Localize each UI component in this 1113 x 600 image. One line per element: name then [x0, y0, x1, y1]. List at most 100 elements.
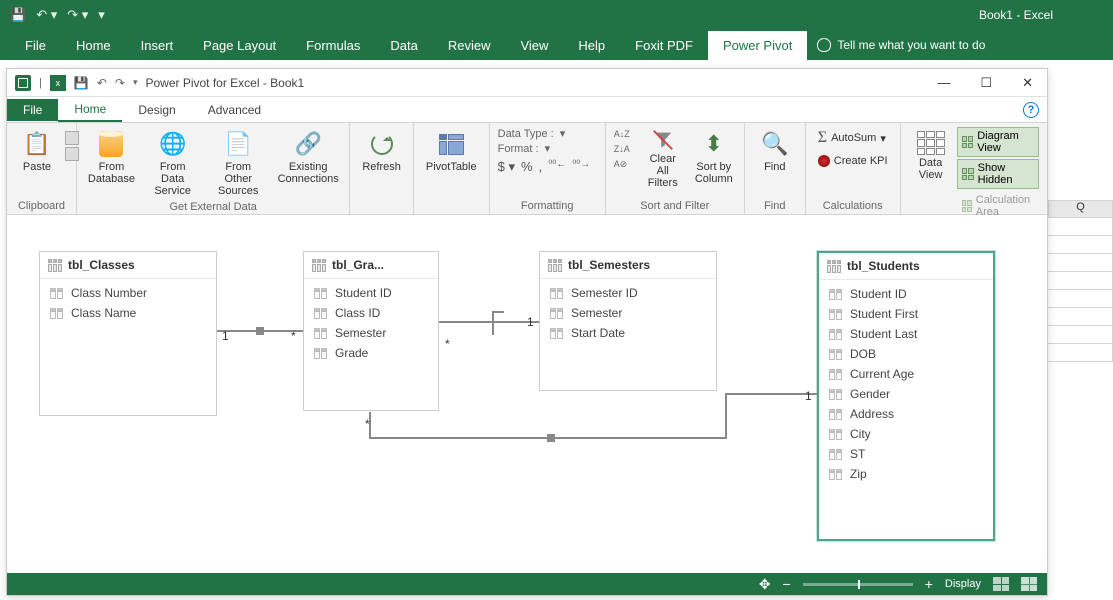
pp-tab-home[interactable]: Home [58, 98, 122, 122]
cardinality-one: 1 [805, 389, 812, 403]
maximize-button[interactable]: ☐ [974, 73, 998, 93]
create-kpi-button[interactable]: Create KPI [814, 153, 892, 169]
pp-tab-file[interactable]: File [7, 99, 58, 121]
field-start-date[interactable]: Start Date [540, 323, 716, 343]
refresh-button[interactable]: Refresh [358, 127, 405, 175]
sort-by-column-button[interactable]: ⬍ Sort by Column [692, 127, 736, 187]
tab-data[interactable]: Data [375, 31, 432, 60]
increase-decimal-icon[interactable]: ⁰⁰← [548, 159, 566, 175]
field-class-number[interactable]: Class Number [40, 283, 216, 303]
tab-view[interactable]: View [505, 31, 563, 60]
currency-icon[interactable]: $ ▾ [498, 159, 515, 175]
from-other-sources-button[interactable]: 📄 From Other Sources [207, 127, 269, 199]
minimize-button[interactable]: — [931, 73, 956, 92]
diagram-view-button[interactable]: Diagram View [957, 127, 1039, 157]
cell[interactable] [1048, 218, 1113, 236]
worksheet-area[interactable]: Q [1048, 200, 1113, 362]
field-grade[interactable]: Grade [304, 343, 438, 363]
tab-formulas[interactable]: Formulas [291, 31, 375, 60]
help-icon[interactable]: ? [1023, 102, 1039, 118]
undo-icon[interactable]: ↶ [97, 76, 107, 90]
datatype-dropdown[interactable]: ▾ [560, 127, 566, 140]
decrease-decimal-icon[interactable]: ⁰⁰→ [572, 159, 590, 175]
field-zip[interactable]: Zip [819, 464, 993, 484]
sort-desc-icon[interactable]: Z↓A [614, 142, 634, 156]
field-class-id[interactable]: Class ID [304, 303, 438, 323]
field-dob[interactable]: DOB [819, 344, 993, 364]
tell-me-search[interactable]: Tell me what you want to do [817, 38, 985, 52]
tab-foxit-pdf[interactable]: Foxit PDF [620, 31, 708, 60]
cardinality-many: * [365, 417, 370, 431]
find-button[interactable]: 🔍 Find [753, 127, 797, 175]
cell[interactable] [1048, 272, 1113, 290]
diagram-view-icon [962, 136, 974, 148]
field-st[interactable]: ST [819, 444, 993, 464]
diagram-canvas[interactable]: 1 * * 1 * 1 tbl_Classes Class Number Cla… [7, 215, 1047, 583]
cell[interactable] [1048, 236, 1113, 254]
drag-to-move-icon[interactable]: ✥ [759, 576, 771, 593]
cell[interactable] [1048, 308, 1113, 326]
sort-asc-icon[interactable]: A↓Z [614, 127, 634, 141]
tab-help[interactable]: Help [563, 31, 620, 60]
clear-filters-button[interactable]: Clear All Filters [640, 127, 686, 191]
field-student-last[interactable]: Student Last [819, 324, 993, 344]
show-hidden-button[interactable]: Show Hidden [957, 159, 1039, 189]
from-data-service-button[interactable]: 🌐 From Data Service [144, 127, 202, 199]
data-view-status-icon[interactable] [993, 577, 1009, 591]
redo-icon[interactable]: ↷ ▾ [67, 7, 88, 23]
table-tbl-grades[interactable]: tbl_Gra... Student ID Class ID Semester … [303, 251, 439, 411]
zoom-out-button[interactable]: − [783, 576, 791, 592]
cell[interactable] [1048, 254, 1113, 272]
pivottable-button[interactable]: PivotTable [422, 127, 481, 175]
qat-customize-icon[interactable]: ▾ [133, 77, 138, 88]
table-tbl-students[interactable]: tbl_Students Student ID Student First St… [817, 251, 995, 541]
column-header-q[interactable]: Q [1048, 200, 1113, 218]
cell[interactable] [1048, 290, 1113, 308]
tab-page-layout[interactable]: Page Layout [188, 31, 291, 60]
field-student-first[interactable]: Student First [819, 304, 993, 324]
data-view-button[interactable]: Data View [909, 127, 953, 185]
qat-customize-icon[interactable]: ▾ [98, 7, 105, 23]
paste-button[interactable]: 📋 Paste [15, 127, 59, 175]
tab-review[interactable]: Review [433, 31, 506, 60]
relationship-line[interactable] [439, 321, 539, 323]
autosum-button[interactable]: ΣAutoSum ▾ [814, 127, 890, 149]
format-dropdown[interactable]: ▾ [545, 142, 551, 155]
close-button[interactable]: ✕ [1016, 73, 1039, 93]
field-student-id[interactable]: Student ID [304, 283, 438, 303]
percent-icon[interactable]: % [521, 159, 533, 175]
diagram-view-status-icon[interactable] [1021, 577, 1037, 591]
tab-insert[interactable]: Insert [126, 31, 189, 60]
table-tbl-classes[interactable]: tbl_Classes Class Number Class Name [39, 251, 217, 416]
field-city[interactable]: City [819, 424, 993, 444]
field-semester[interactable]: Semester [540, 303, 716, 323]
zoom-in-button[interactable]: + [925, 576, 933, 592]
zoom-slider[interactable] [803, 583, 913, 586]
field-semester-id[interactable]: Semester ID [540, 283, 716, 303]
cell[interactable] [1048, 344, 1113, 362]
field-semester[interactable]: Semester [304, 323, 438, 343]
tab-home[interactable]: Home [61, 31, 126, 60]
pp-tab-advanced[interactable]: Advanced [192, 99, 277, 121]
field-student-id[interactable]: Student ID [819, 284, 993, 304]
tab-power-pivot[interactable]: Power Pivot [708, 31, 807, 60]
clear-sort-icon[interactable]: A⊘ [614, 157, 634, 171]
pp-titlebar[interactable]: | x 💾 ↶ ↷ ▾ Power Pivot for Excel - Book… [7, 69, 1047, 97]
cell[interactable] [1048, 326, 1113, 344]
tab-file[interactable]: File [10, 31, 61, 60]
undo-icon[interactable]: ↶ ▾ [36, 7, 57, 23]
field-class-name[interactable]: Class Name [40, 303, 216, 323]
excel-icon[interactable]: x [50, 75, 66, 91]
save-icon[interactable]: 💾 [74, 76, 89, 90]
pp-tab-design[interactable]: Design [122, 99, 191, 121]
field-address[interactable]: Address [819, 404, 993, 424]
from-database-button[interactable]: From Database [85, 127, 138, 187]
table-icon [548, 259, 562, 271]
table-tbl-semesters[interactable]: tbl_Semesters Semester ID Semester Start… [539, 251, 717, 391]
redo-icon[interactable]: ↷ [115, 76, 125, 90]
field-gender[interactable]: Gender [819, 384, 993, 404]
comma-icon[interactable]: , [539, 159, 543, 175]
existing-connections-button[interactable]: 🔗 Existing Connections [275, 127, 341, 187]
field-current-age[interactable]: Current Age [819, 364, 993, 384]
save-icon[interactable]: 💾 [10, 7, 26, 23]
